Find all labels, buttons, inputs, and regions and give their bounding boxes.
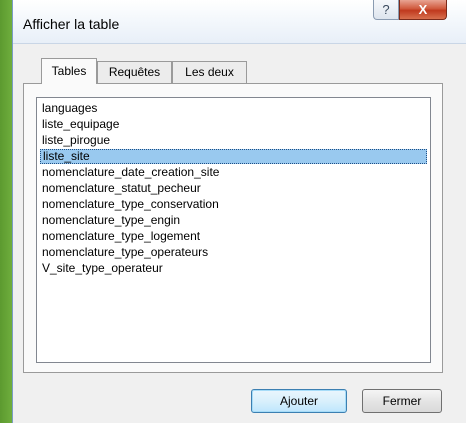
list-item-selected[interactable]: liste_site [40, 149, 427, 164]
help-icon: ? [382, 2, 390, 17]
tab-tables[interactable]: Tables [41, 58, 97, 84]
title-bar[interactable]: Afficher la table ? X [13, 0, 466, 44]
list-item[interactable]: liste_pirogue [40, 133, 427, 148]
tab-les-deux[interactable]: Les deux [172, 61, 247, 83]
tab-panel: languages liste_equipage liste_pirogue l… [23, 83, 443, 373]
help-button[interactable]: ? [373, 0, 399, 20]
list-item[interactable]: nomenclature_type_engin [40, 213, 427, 228]
close-button[interactable]: Fermer [362, 389, 442, 413]
tables-listbox[interactable]: languages liste_equipage liste_pirogue l… [36, 97, 431, 363]
close-icon: X [418, 2, 428, 17]
window-title: Afficher la table [23, 16, 120, 32]
add-button[interactable]: Ajouter [251, 389, 347, 413]
tab-requetes[interactable]: Requêtes [97, 61, 172, 83]
list-item[interactable]: nomenclature_type_logement [40, 229, 427, 244]
list-item[interactable]: nomenclature_type_conservation [40, 197, 427, 212]
list-item[interactable]: languages [40, 101, 427, 116]
list-item[interactable]: liste_equipage [40, 117, 427, 132]
list-item[interactable]: nomenclature_date_creation_site [40, 165, 427, 180]
list-item[interactable]: nomenclature_type_operateurs [40, 245, 427, 260]
list-item[interactable]: nomenclature_statut_pecheur [40, 181, 427, 196]
close-window-button[interactable]: X [399, 0, 447, 20]
list-item[interactable]: V_site_type_operateur [40, 261, 427, 276]
